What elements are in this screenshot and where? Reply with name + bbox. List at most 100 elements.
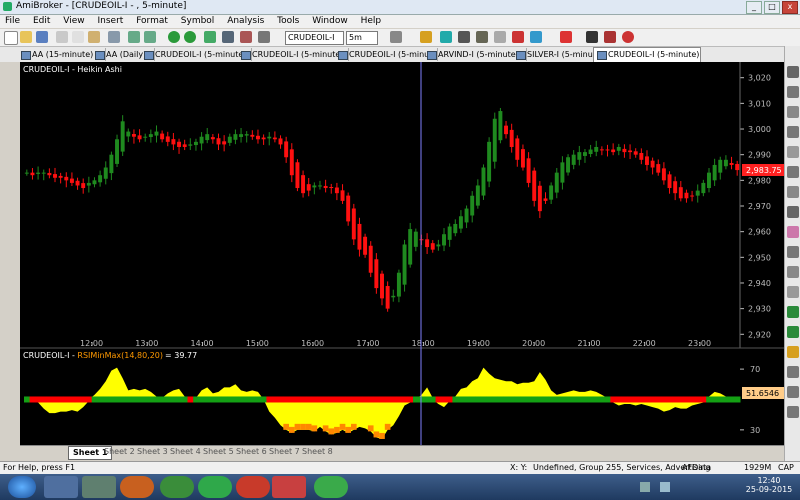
tab-arvind[interactable]: ARVIND-I (5-minute) xyxy=(424,48,527,61)
fib-icon[interactable] xyxy=(787,226,799,238)
firefox-icon[interactable] xyxy=(120,476,154,498)
save-icon[interactable] xyxy=(36,31,48,43)
candle-body xyxy=(712,164,717,181)
menu-help[interactable]: Help xyxy=(356,15,387,27)
brush-icon[interactable] xyxy=(604,31,616,43)
fib-tool-icon[interactable] xyxy=(530,31,542,43)
triangle-app-icon[interactable] xyxy=(272,476,306,498)
taskbar-app-icon[interactable] xyxy=(82,476,116,498)
arrow-down-icon[interactable] xyxy=(787,386,799,398)
paste-icon[interactable] xyxy=(88,31,100,43)
open-icon[interactable] xyxy=(20,31,32,43)
rsi-band-segment xyxy=(24,396,31,403)
green-tool-icon[interactable] xyxy=(787,306,799,318)
candle-body xyxy=(577,152,582,160)
cycle-icon[interactable] xyxy=(787,286,799,298)
arc-icon[interactable] xyxy=(787,266,799,278)
pointer-icon[interactable] xyxy=(787,66,799,78)
magnet-icon[interactable] xyxy=(622,31,634,43)
cut-icon[interactable] xyxy=(56,31,68,43)
new-icon[interactable] xyxy=(4,31,18,45)
vertical-line-icon[interactable] xyxy=(787,126,799,138)
back-icon[interactable] xyxy=(168,31,180,43)
grid-icon[interactable] xyxy=(440,31,452,43)
candle-body xyxy=(408,229,413,265)
tray-up-arrow-icon[interactable] xyxy=(640,482,650,492)
candle-body xyxy=(645,156,649,165)
symbol-combo[interactable]: CRUDEOIL-I xyxy=(285,31,344,45)
rsi-band-segment xyxy=(29,396,36,403)
zoom-out-icon[interactable] xyxy=(144,31,156,43)
m-app-icon[interactable] xyxy=(236,476,270,498)
close-button[interactable]: x xyxy=(782,1,798,14)
menu-analysis[interactable]: Analysis xyxy=(222,15,269,27)
color-picker-icon[interactable] xyxy=(560,31,572,43)
horizontal-line-icon[interactable] xyxy=(787,106,799,118)
explorer-icon[interactable] xyxy=(44,476,78,498)
line-tool-icon[interactable] xyxy=(458,31,470,43)
tab-crudeoil-active[interactable]: CRUDEOIL-I (5-minute) xyxy=(593,47,701,63)
arrow-tool-icon[interactable] xyxy=(494,31,506,43)
tab-crudeoil-3[interactable]: CRUDEOIL-I (5-minute) xyxy=(335,48,438,61)
candle-body xyxy=(312,185,317,188)
ray-tool-icon[interactable] xyxy=(476,31,488,43)
network-icon[interactable] xyxy=(660,482,670,492)
rsi-band-segment xyxy=(728,396,735,403)
forward-icon[interactable] xyxy=(184,31,196,43)
tab-crudeoil-2[interactable]: CRUDEOIL-I (5-minute) xyxy=(238,48,349,61)
gann-icon[interactable] xyxy=(787,246,799,258)
menu-symbol[interactable]: Symbol xyxy=(176,15,220,27)
start-button-icon[interactable] xyxy=(8,476,36,498)
candle-body xyxy=(75,180,80,186)
interval-combo[interactable]: 5m xyxy=(346,31,378,45)
menu-tools[interactable]: Tools xyxy=(272,15,304,27)
rsi-band-segment xyxy=(283,396,290,403)
menu-edit[interactable]: Edit xyxy=(28,15,55,27)
green-tool-2-icon[interactable] xyxy=(787,326,799,338)
menu-format[interactable]: Format xyxy=(131,15,173,27)
interval-minus-icon[interactable] xyxy=(390,31,402,43)
print-icon[interactable] xyxy=(108,31,120,43)
yellow-tool-icon[interactable] xyxy=(787,346,799,358)
amibroker-task-icon[interactable] xyxy=(314,476,348,498)
pi-app-icon[interactable] xyxy=(198,476,232,498)
chart-bar-icon[interactable] xyxy=(222,31,234,43)
price-xtick-label: 12:00 xyxy=(80,339,103,348)
status-bar: For Help, press F1 X: Y: Undefined, Grou… xyxy=(0,461,800,475)
maximize-button[interactable]: □ xyxy=(764,1,780,14)
rsi-band-segment xyxy=(204,396,211,403)
rsi-band-segment xyxy=(480,396,487,403)
rectangle-icon[interactable] xyxy=(787,166,799,178)
menu-insert[interactable]: Insert xyxy=(92,15,128,27)
rsi-band-segment xyxy=(542,396,549,403)
menu-file[interactable]: File xyxy=(0,15,25,27)
rsi-band-segment xyxy=(508,396,515,403)
text-tool-icon[interactable] xyxy=(512,31,524,43)
chart-candle-icon[interactable] xyxy=(240,31,252,43)
candle-body xyxy=(160,133,165,140)
rsi-extreme-low xyxy=(294,423,301,430)
text-icon[interactable] xyxy=(787,206,799,218)
candle-body xyxy=(306,184,311,191)
rsi-extreme-low xyxy=(345,426,351,433)
sheet-8[interactable]: Sheet 8 xyxy=(298,446,337,458)
menu-window[interactable]: Window xyxy=(307,15,353,27)
zoom-in-icon[interactable] xyxy=(128,31,140,43)
tab-crudeoil-1[interactable]: CRUDEOIL-I (5-minute) xyxy=(141,48,252,61)
ellipse-icon[interactable] xyxy=(787,186,799,198)
channel-icon[interactable] xyxy=(787,146,799,158)
menu-view[interactable]: View xyxy=(58,15,89,27)
chrome-icon[interactable] xyxy=(160,476,194,498)
delete-icon[interactable] xyxy=(787,406,799,418)
rsi-band-segment xyxy=(610,396,617,403)
chart-canvas[interactable]: 3,020 3,010 3,000 2,990 2,980 2,970 2,960 2,950… xyxy=(20,62,784,445)
copy-icon[interactable] xyxy=(72,31,84,43)
chart-line-icon[interactable] xyxy=(258,31,270,43)
arrow-up-icon[interactable] xyxy=(787,366,799,378)
refresh-icon[interactable] xyxy=(204,31,216,43)
price-xtick-label: 22:00 xyxy=(633,339,656,348)
minimize-button[interactable]: _ xyxy=(746,1,762,14)
trendline-icon[interactable] xyxy=(787,86,799,98)
drawing-tools-icon[interactable] xyxy=(420,31,432,43)
pen-icon[interactable] xyxy=(586,31,598,43)
